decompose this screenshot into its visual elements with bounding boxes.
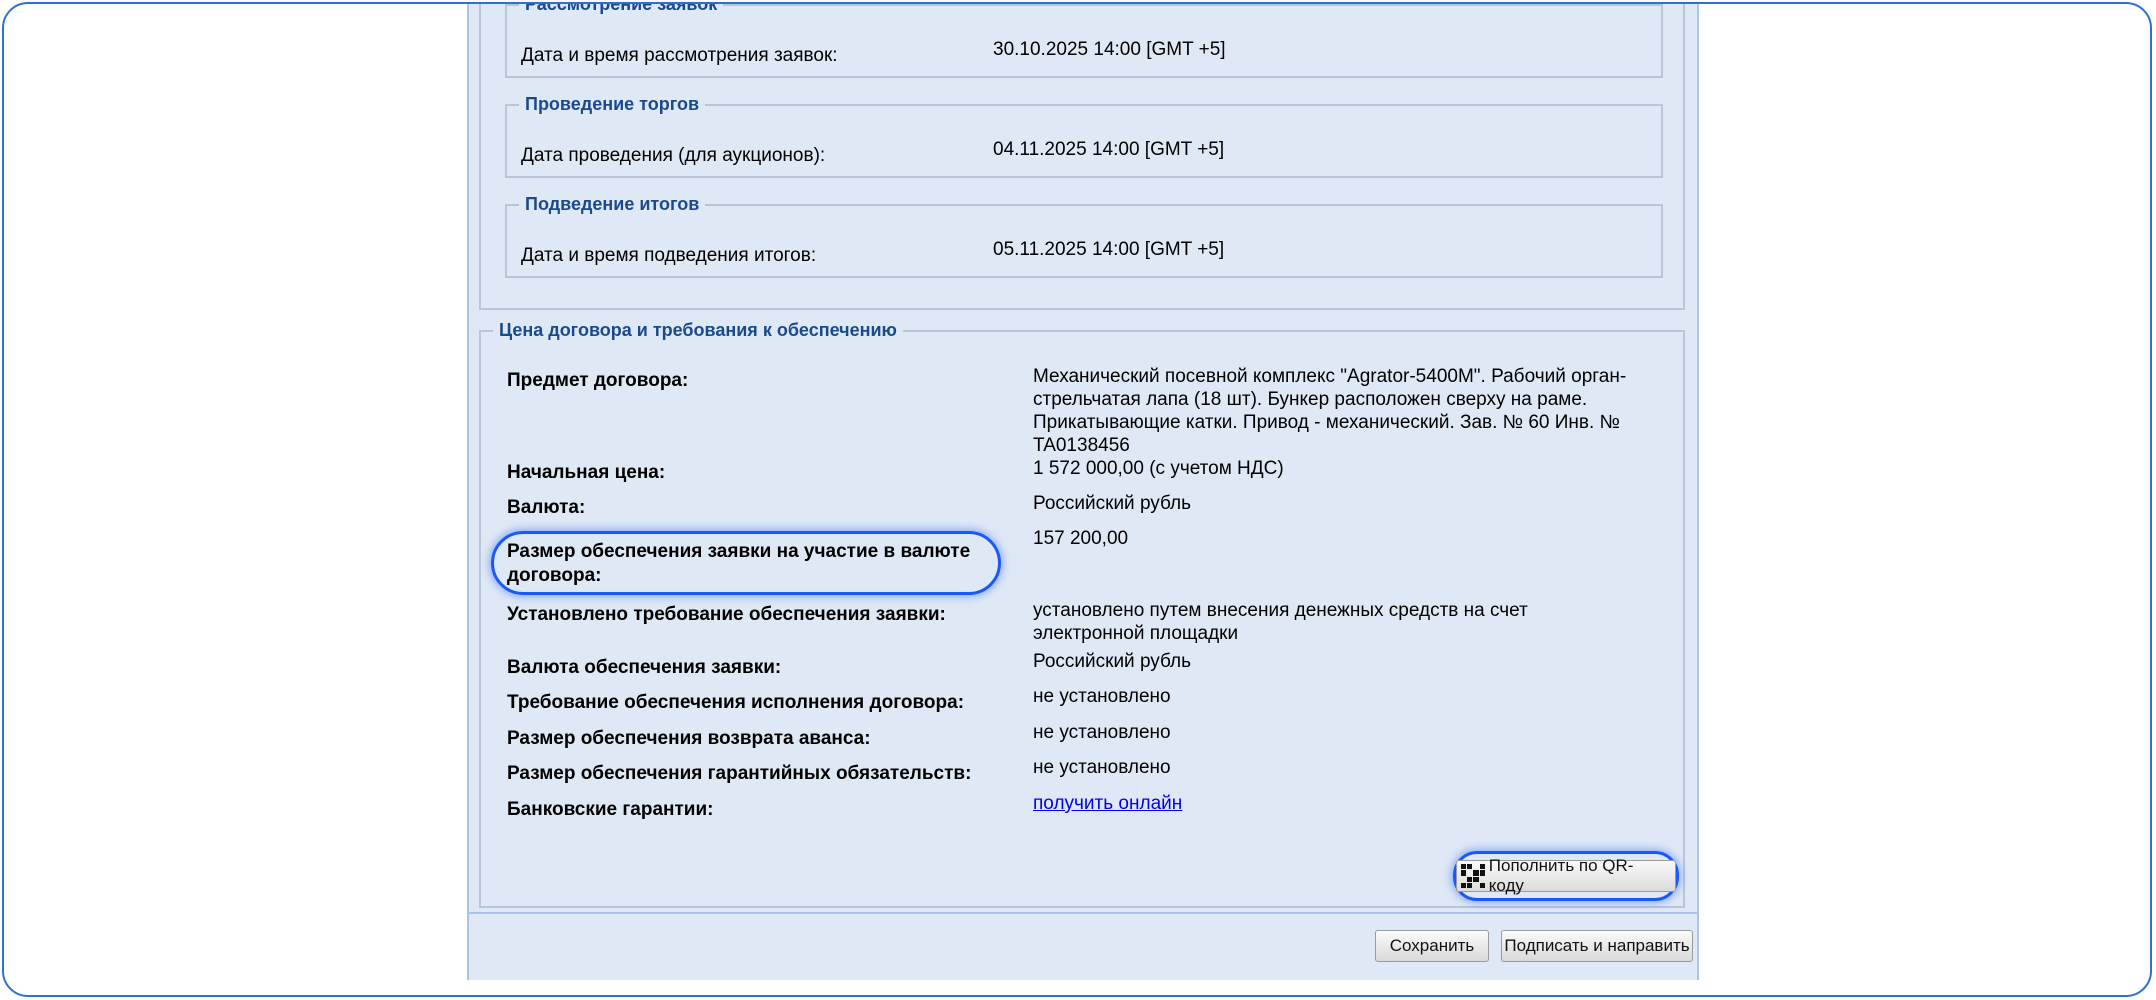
auction-fieldset: Проведение торгов Дата проведения (для а… [505,94,1663,178]
price-legend: Цена договора и требования к обеспечению [499,320,897,340]
warranty-security-value: не установлено [1033,757,1171,778]
security-requirement-value: установлено путем внесения денежных сред… [1033,600,1528,644]
price-fieldset: Цена договора и требования к обеспечению… [479,320,1685,908]
advance-security-label: Размер обеспечения возврата аванса: [507,728,871,749]
get-online-link[interactable]: получить онлайн [1033,792,1182,815]
review-legend: Рассмотрение заявок [525,2,718,14]
bid-security-label: Размер обеспечения заявки на участие в в… [507,541,971,586]
form-footer: Сохранить Подписать и направить [469,912,1697,980]
auction-date-value: 04.11.2025 14:00 [GMT +5] [993,139,1225,160]
advance-security-value: не установлено [1033,722,1171,743]
security-currency-value: Российский рубль [1033,651,1192,672]
procedure-form-panel: Рассмотрение заявок Дата и время рассмот… [467,2,1699,980]
subject-value: Механический посевной комплекс "Agrator-… [1033,366,1627,456]
qr-topup-label: Пополнить по QR-коду [1488,856,1634,895]
results-legend: Подведение итогов [525,194,700,214]
bank-guarantees-label: Банковские гарантии: [507,799,714,820]
warranty-security-label: Размер обеспечения гарантийных обязатель… [507,763,972,784]
results-date-value: 05.11.2025 14:00 [GMT +5] [993,239,1225,260]
start-price-value: 1 572 000,00 (с учетом НДС) [1033,458,1284,479]
results-date-label: Дата и время подведения итогов: [521,245,817,266]
review-fieldset: Рассмотрение заявок Дата и время рассмот… [505,2,1663,78]
subject-label: Предмет договора: [507,370,689,391]
dates-fieldset: Рассмотрение заявок Дата и время рассмот… [479,2,1685,310]
screenshot-frame: Рассмотрение заявок Дата и время рассмот… [2,2,2152,997]
currency-label: Валюта: [507,497,586,518]
review-date-label: Дата и время рассмотрения заявок: [521,45,838,66]
security-requirement-label: Установлено требование обеспечения заявк… [507,604,946,625]
auction-date-label: Дата проведения (для аукционов): [521,145,826,166]
security-currency-label: Валюта обеспечения заявки: [507,657,782,678]
save-button[interactable]: Сохранить [1375,930,1489,962]
sign-and-send-button[interactable]: Подписать и направить [1501,930,1693,962]
start-price-label: Начальная цена: [507,462,666,483]
qr-topup-button[interactable]: Пополнить по QR-коду [1456,856,1676,895]
currency-value: Российский рубль [1033,493,1192,514]
results-fieldset: Подведение итогов Дата и время подведени… [505,194,1663,278]
auction-legend: Проведение торгов [525,94,700,114]
contract-security-label: Требование обеспечения исполнения догово… [507,692,965,713]
qr-code-icon [1461,864,1485,888]
qr-button-highlight: Пополнить по QR-коду [1453,851,1679,901]
bid-security-value: 157 200,00 [1033,528,1129,549]
review-date-value: 30.10.2025 14:00 [GMT +5] [993,39,1226,60]
contract-security-value: не установлено [1033,686,1171,707]
